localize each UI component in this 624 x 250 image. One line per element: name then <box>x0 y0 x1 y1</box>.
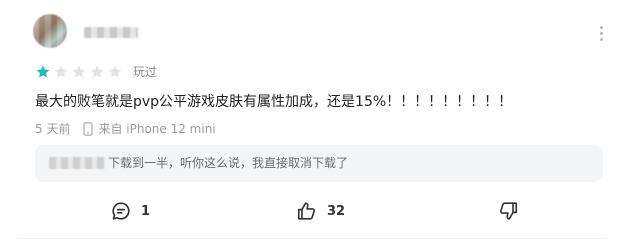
comment-icon <box>112 202 130 220</box>
reply-author-name[interactable] <box>49 157 105 169</box>
reply-preview[interactable]: 下载到一半，听你这么说，我直接取消下载了 <box>35 145 603 182</box>
more-vertical-icon[interactable] <box>594 22 608 44</box>
reply-text: 下载到一半，听你这么说，我直接取消下载了 <box>108 156 349 170</box>
dislike-button[interactable] <box>497 196 519 226</box>
rating-stars <box>35 64 123 80</box>
star-empty-icon <box>90 65 104 78</box>
star-empty-icon <box>108 65 122 78</box>
star-filled-icon <box>36 65 50 78</box>
phone-icon <box>83 122 94 136</box>
action-bar: 1 32 <box>0 196 624 226</box>
avatar[interactable] <box>33 14 67 48</box>
star-empty-icon <box>72 65 86 78</box>
review-text: 最大的败笔就是pvp公平游戏皮肤有属性加成，还是15%！！！！！！！！！ <box>35 94 513 110</box>
star-empty-icon <box>54 65 68 78</box>
thumbs-up-icon <box>297 202 315 220</box>
author-name[interactable] <box>84 27 138 38</box>
comment-count: 1 <box>141 203 151 219</box>
comment-button[interactable]: 1 <box>110 196 150 226</box>
thumbs-down-icon <box>500 202 518 220</box>
played-label: 玩过 <box>133 65 158 79</box>
like-count: 32 <box>327 203 346 219</box>
review-card: 玩过 最大的败笔就是pvp公平游戏皮肤有属性加成，还是15%！！！！！！！！！ … <box>0 0 624 250</box>
review-device: 来自 iPhone 12 mini <box>98 122 216 136</box>
divider <box>18 238 606 239</box>
like-button[interactable]: 32 <box>296 196 345 226</box>
review-meta: 5 天前 来自 iPhone 12 mini <box>35 122 216 136</box>
review-time: 5 天前 <box>35 122 71 136</box>
